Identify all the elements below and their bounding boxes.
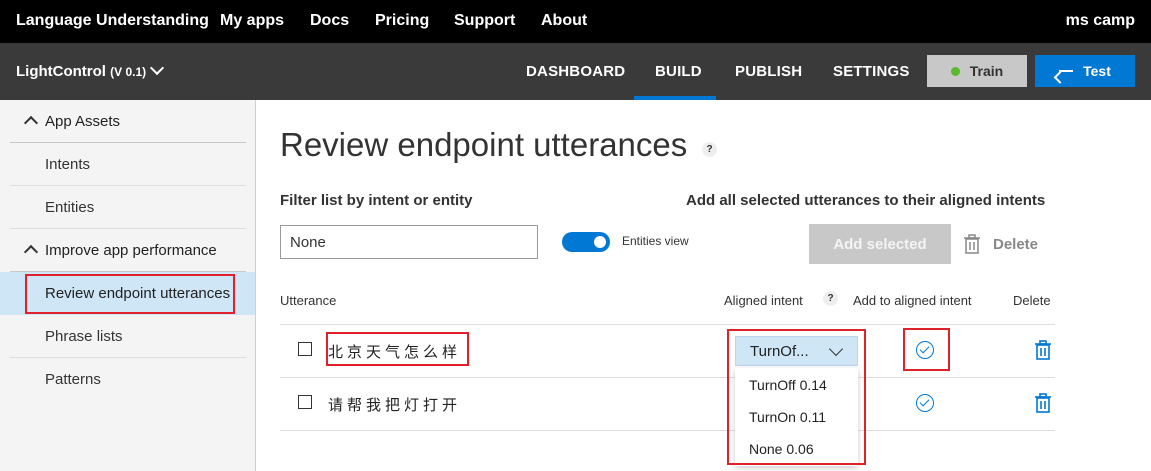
sidebar-item-label: Entities [45,199,95,216]
column-header-delete: Delete [1013,293,1051,308]
entities-view-toggle[interactable] [562,232,610,252]
sidebar-item-entities[interactable]: Entities [10,186,246,229]
active-tab-indicator [634,96,716,100]
help-icon[interactable]: ? [702,142,717,157]
trash-icon[interactable] [1034,339,1052,361]
sidebar-item-phrase-lists[interactable]: Phrase lists [10,315,246,358]
delete-selected-button[interactable]: Delete [963,234,1038,254]
column-header-add-to-aligned: Add to aligned intent [853,293,972,308]
chevron-up-icon [23,244,39,260]
train-label: Train [969,63,1004,79]
tab-settings[interactable]: SETTINGS [833,63,910,80]
chevron-up-icon [23,115,39,131]
row-checkbox[interactable] [298,342,312,356]
highlight-box [727,329,866,465]
app-version: (V 0.1) [110,65,147,79]
arrow-left-icon [1059,70,1074,72]
tab-dashboard[interactable]: DASHBOARD [526,63,625,80]
filter-input[interactable]: None [280,225,538,259]
user-menu[interactable]: ms camp [1066,12,1135,30]
sidebar-item-label: Phrase lists [45,328,123,345]
add-to-intent-check-icon[interactable] [916,394,934,412]
status-dot-icon [950,66,960,76]
test-label: Test [1083,63,1111,79]
highlight-box [903,328,950,371]
page-title: Review endpoint utterances [280,126,688,163]
divider [280,430,1055,431]
trash-icon[interactable] [1034,392,1052,414]
column-header-aligned-intent: Aligned intent [724,293,803,308]
trash-icon [964,234,980,254]
nav-link-about[interactable]: About [541,12,587,30]
add-all-label: Add all selected utterances to their ali… [686,192,1046,209]
highlight-box [326,332,469,366]
sidebar-section-label: App Assets [45,113,121,130]
column-header-utterance: Utterance [280,293,337,308]
divider [280,324,1055,325]
top-nav: Language Understanding My apps Docs Pric… [0,0,1151,43]
chevron-down-icon [150,60,165,76]
row-checkbox[interactable] [298,395,312,409]
train-button[interactable]: Train [927,55,1027,87]
add-selected-button[interactable]: Add selected [809,224,951,264]
divider [280,377,1055,378]
nav-link-pricing[interactable]: Pricing [375,12,429,30]
help-icon[interactable]: ? [823,291,838,306]
sidebar-item-patterns[interactable]: Patterns [10,358,246,401]
sidebar-item-label: Intents [45,156,91,173]
app-name: LightControl [16,63,106,80]
sidebar-item-intents[interactable]: Intents [10,143,246,186]
entities-view-label: Entities view [622,234,689,248]
delete-label: Delete [993,235,1039,253]
filter-label: Filter list by intent or entity [280,192,473,209]
sidebar-section-label: Improve app performance [45,242,217,259]
sidebar-section-improve[interactable]: Improve app performance [10,229,246,272]
highlight-box [25,274,235,314]
nav-link-my-apps[interactable]: My apps [220,12,284,30]
app-selector[interactable]: LightControl (V 0.1) [16,60,165,80]
sidebar-item-label: Patterns [45,371,101,388]
utterance-text: 请帮我把灯打开 [328,397,462,414]
test-button[interactable]: Test [1035,55,1135,87]
tab-publish[interactable]: PUBLISH [735,63,802,80]
nav-link-support[interactable]: Support [454,12,515,30]
tab-build[interactable]: BUILD [655,63,702,80]
brand-link[interactable]: Language Understanding [16,12,209,30]
toggle-knob [594,236,606,248]
sidebar-section-app-assets[interactable]: App Assets [10,100,246,143]
nav-link-docs[interactable]: Docs [310,12,349,30]
